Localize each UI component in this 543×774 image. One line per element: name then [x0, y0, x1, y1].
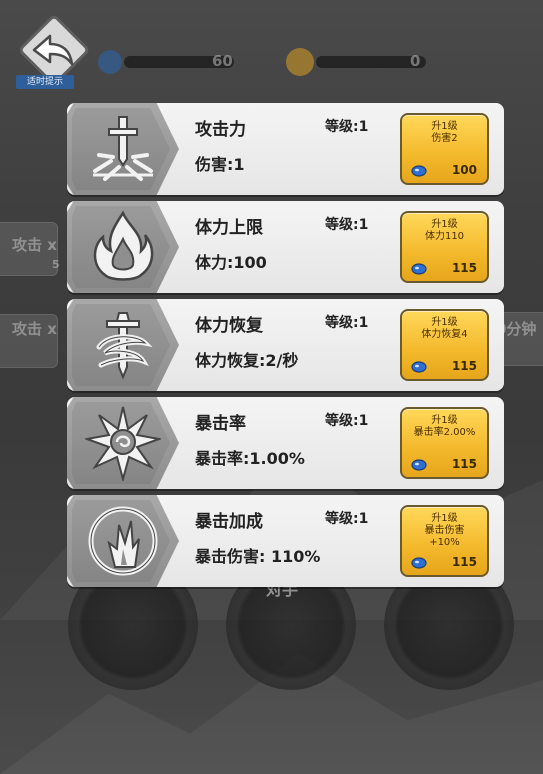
skill-level: 等级:1 — [325, 413, 369, 429]
skill-level: 等级:1 — [325, 217, 369, 233]
water-drop-icon — [411, 459, 427, 471]
bg-water-orb — [98, 50, 122, 74]
back-button-caption: 适时提示 — [16, 75, 74, 89]
upgrade-button-preview-2: +10% — [429, 537, 460, 548]
upgrade-row-crit-bonus: 暴击加成 等级:1 暴击伤害: 110% 升1级 暴击伤害 +10% 115 — [67, 495, 504, 587]
water-drop-icon — [411, 263, 427, 275]
upgrade-button-title: 升1级 — [431, 121, 458, 132]
upgrade-panel: 攻击力 等级:1 伤害:1 升1级 伤害2 100 体力上限 等级:1 体力:1… — [67, 103, 504, 593]
skill-name: 暴击加成 — [195, 512, 263, 532]
bg-coin-orb — [286, 48, 314, 76]
upgrade-row-stamina-max: 体力上限 等级:1 体力:100 升1级 体力110 115 — [67, 201, 504, 293]
skill-effect: 体力:100 — [195, 253, 267, 272]
sword-burst-icon — [93, 116, 153, 181]
skill-name: 暴击率 — [195, 414, 246, 434]
bg-water-count: 60 — [212, 52, 233, 70]
upgrade-button-title: 升1级 — [431, 513, 458, 524]
upgrade-cost: 115 — [451, 457, 477, 471]
upgrade-button-title: 升1级 — [431, 415, 458, 426]
upgrade-cost: 115 — [451, 359, 477, 373]
spiked-orb-icon — [85, 406, 161, 481]
skill-name: 攻击力 — [195, 120, 246, 140]
upgrade-button-preview: 体力恢复4 — [421, 329, 468, 340]
upgrade-button-attack[interactable]: 升1级 伤害2 100 — [400, 113, 489, 185]
upgrade-cost: 115 — [451, 261, 477, 275]
upgrade-button-crit-rate[interactable]: 升1级 暴击率2.00% 115 — [400, 407, 489, 479]
upgrade-button-preview: 伤害2 — [431, 133, 458, 144]
icon-plate — [67, 201, 179, 293]
upgrade-button-stamina-max[interactable]: 升1级 体力110 115 — [400, 211, 489, 283]
crystal-fire-icon — [88, 506, 158, 576]
skill-level: 等级:1 — [325, 119, 369, 135]
skill-effect: 体力恢复:2/秒 — [195, 351, 299, 370]
upgrade-cost: 100 — [451, 163, 477, 177]
icon-plate — [67, 397, 179, 489]
upgrade-button-preview: 体力110 — [424, 231, 465, 242]
skill-effect: 伤害:1 — [195, 155, 245, 174]
flame-icon — [93, 210, 154, 281]
water-drop-icon — [411, 361, 427, 373]
skill-effect: 暴击伤害: 110% — [195, 547, 321, 566]
upgrade-button-preview: 暴击率2.00% — [413, 427, 476, 438]
skill-name: 体力上限 — [195, 218, 263, 238]
sword-ribbon-icon — [96, 312, 153, 380]
skill-name: 体力恢复 — [195, 316, 263, 336]
skill-level: 等级:1 — [325, 511, 369, 527]
bg-coin-count: 0 — [410, 52, 421, 70]
bg-left-value-1: 5 — [52, 258, 60, 271]
back-button[interactable]: 适时提示 — [16, 13, 91, 89]
upgrade-button-stamina-recovery[interactable]: 升1级 体力恢复4 115 — [400, 309, 489, 381]
upgrade-row-crit-rate: 暴击率 等级:1 暴击率:1.00% 升1级 暴击率2.00% 115 — [67, 397, 504, 489]
skill-effect: 暴击率:1.00% — [195, 449, 305, 468]
upgrade-button-title: 升1级 — [431, 219, 458, 230]
skill-level: 等级:1 — [325, 315, 369, 331]
back-arrow-icon — [32, 34, 74, 66]
icon-plate — [67, 103, 179, 195]
bg-left-label-1: 攻击 x — [12, 236, 57, 254]
icon-plate — [67, 495, 179, 587]
icon-plate — [67, 299, 179, 391]
upgrade-button-preview: 暴击伤害 — [424, 525, 465, 536]
water-drop-icon — [411, 557, 427, 569]
water-drop-icon — [411, 165, 427, 177]
upgrade-button-title: 升1级 — [431, 317, 458, 328]
upgrade-row-stamina-recovery: 体力恢复 等级:1 体力恢复:2/秒 升1级 体力恢复4 115 — [67, 299, 504, 391]
upgrade-button-crit-bonus[interactable]: 升1级 暴击伤害 +10% 115 — [400, 505, 489, 577]
upgrade-cost: 115 — [451, 555, 477, 569]
upgrade-row-attack: 攻击力 等级:1 伤害:1 升1级 伤害2 100 — [67, 103, 504, 195]
game-screen: 60 0 攻击 x 5 攻击 x 0分钟 对手 适时提示 攻击力 等级:1 伤害… — [0, 0, 543, 774]
bg-left-label-2: 攻击 x — [12, 320, 57, 338]
